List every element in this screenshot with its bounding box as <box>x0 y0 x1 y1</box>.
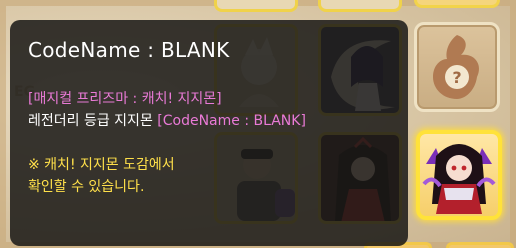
selected-card-codename-blank[interactable] <box>416 130 502 220</box>
locked-slot-symbol: ? <box>452 68 461 87</box>
tooltip-grade: 레전더리 등급 지지몬 [CodeName : BLANK] <box>28 110 392 132</box>
character-portrait-icon <box>422 144 496 214</box>
tooltip-title: CodeName : BLANK <box>28 38 230 62</box>
question-mark-icon: ? <box>433 35 480 99</box>
card-top-1 <box>214 0 298 12</box>
card-top-2 <box>318 0 402 12</box>
locked-card-slot[interactable]: ? <box>414 22 500 112</box>
slot-top-edge <box>414 0 500 8</box>
tooltip-category: [매지컬 프리즈마 : 캐치! 지지몬] <box>28 91 222 107</box>
tooltip-note-line-1: ※ 캐치! 지지몬 도감에서 <box>28 157 175 173</box>
bottom-tab[interactable] <box>446 242 514 248</box>
tooltip-note-line-2: 확인할 수 있습니다. <box>28 179 145 195</box>
tooltip-grade-prefix: 레전더리 등급 지지몬 <box>28 113 158 129</box>
item-tooltip: CodeName : BLANK [매지컬 프리즈마 : 캐치! 지지몬] 레전… <box>10 20 408 246</box>
tooltip-grade-name: [CodeName : BLANK] <box>157 113 306 129</box>
